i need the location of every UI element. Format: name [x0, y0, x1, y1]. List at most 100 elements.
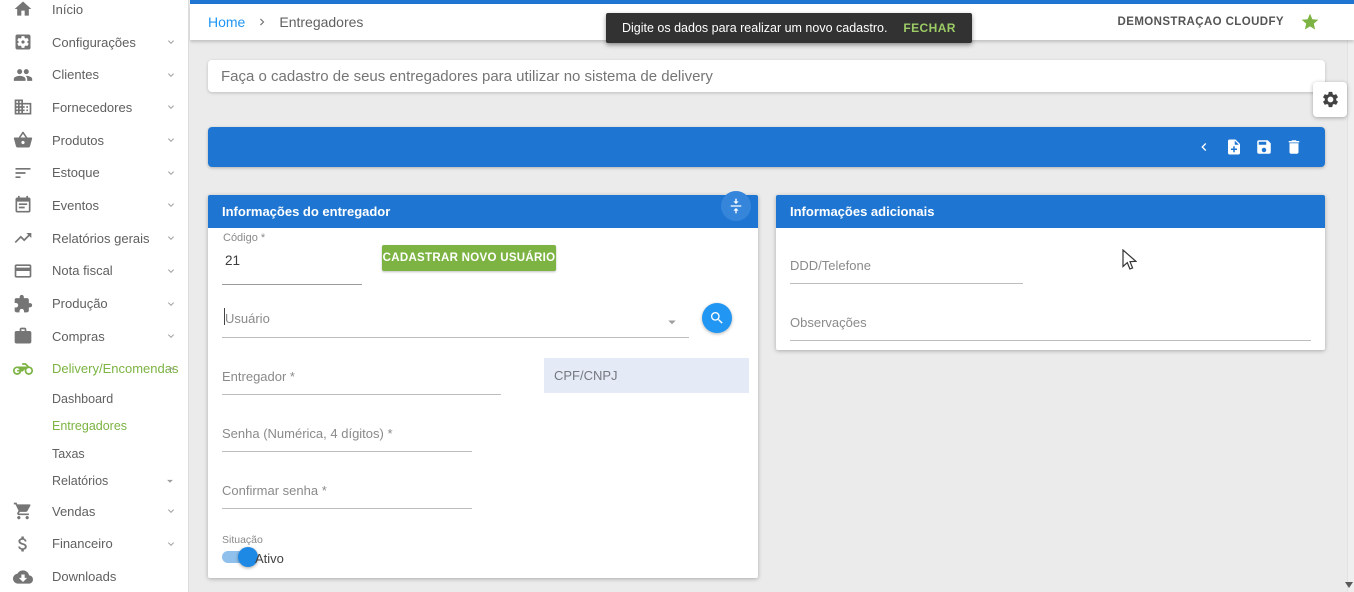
sidebar-item-label: Financeiro [52, 536, 113, 551]
ddd-telefone-underline [790, 283, 1023, 284]
sidebar-item-label: Downloads [52, 569, 116, 584]
sidebar-item-label: Fornecedores [52, 100, 132, 115]
observacoes-field[interactable]: Observações [790, 315, 867, 330]
sidebar-subitem-label: Dashboard [52, 392, 113, 406]
chevron-down-icon [165, 69, 177, 81]
informacoes-adicionais-card: Informações adicionais DDD/Telefone Obse… [776, 195, 1325, 350]
sidebar-subitem-entregadores[interactable]: Entregadores [0, 413, 188, 440]
sidebar-item-estoque[interactable]: Estoque [0, 156, 188, 189]
sidebar-item-inicio[interactable]: Início [0, 0, 188, 26]
account-name: DEMONSTRAÇAO CLOUDFY [1118, 16, 1284, 28]
sidebar-item-producao[interactable]: Produção [0, 287, 188, 320]
chevron-up-icon [165, 363, 177, 375]
breadcrumb-home-link[interactable]: Home [208, 14, 245, 30]
scrollbar-down-arrow[interactable] [1345, 582, 1353, 588]
settings-app-icon [13, 32, 33, 52]
new-record-button[interactable] [1219, 132, 1249, 162]
event-note-icon [13, 195, 33, 215]
sidebar-subitem-taxas[interactable]: Taxas [0, 440, 188, 467]
star-icon[interactable] [1300, 12, 1320, 32]
collapse-card-button[interactable] [721, 191, 751, 221]
confirmar-senha-underline [222, 508, 472, 509]
toast-message: Digite os dados para realizar um novo ca… [622, 21, 887, 35]
confirmar-senha-field[interactable]: Confirmar senha * [222, 483, 327, 498]
sidebar-subitem-dashboard[interactable]: Dashboard [0, 385, 188, 412]
sidebar-item-relatorios-gerais[interactable]: Relatórios gerais [0, 222, 188, 255]
cadastrar-novo-usuario-button[interactable]: CADASTRAR NOVO USUÁRIO [382, 245, 556, 271]
sidebar-item-vendas[interactable]: Vendas [0, 495, 188, 528]
sidebar-item-label: Delivery/Encomendas [52, 361, 178, 376]
vertical-scrollbar[interactable] [1347, 40, 1354, 592]
sidebar-subitem-label: Taxas [52, 447, 85, 461]
observacoes-underline [790, 340, 1311, 341]
senha-underline [222, 451, 472, 452]
dropdown-arrow-icon [163, 474, 177, 488]
chevron-right-icon [255, 15, 269, 29]
sidebar-item-label: Início [52, 2, 83, 17]
chevron-down-icon [165, 298, 177, 310]
content-area: Home Entregadores DEMONSTRAÇAO CLOUDFY D… [190, 0, 1354, 592]
app-window: Início Configurações Clientes Fornecedor… [0, 0, 1354, 592]
search-icon [709, 310, 725, 326]
card-icon [13, 261, 33, 281]
entregador-info-card: Informações do entregador Código * 21 CA… [208, 195, 758, 578]
cloud-download-icon [13, 567, 33, 587]
sidebar-item-label: Clientes [52, 67, 99, 82]
sidebar-item-label: Compras [52, 329, 105, 344]
senha-field[interactable]: Senha (Numérica, 4 dígitos) * [222, 426, 393, 441]
settings-tab-button[interactable] [1313, 82, 1347, 117]
trending-up-icon [13, 228, 33, 248]
page-description-card: Faça o cadastro de seus entregadores par… [208, 60, 1325, 92]
save-icon [1255, 138, 1273, 156]
situacao-toggle[interactable] [222, 551, 254, 563]
dropdown-arrow-icon[interactable] [663, 313, 681, 331]
sidebar-item-label: Relatórios gerais [52, 231, 150, 246]
delete-button[interactable] [1279, 132, 1309, 162]
chevron-down-icon [165, 505, 177, 517]
search-user-button[interactable] [702, 303, 732, 333]
cpf-cnpj-field[interactable]: CPF/CNPJ [544, 358, 749, 393]
toast-close-button[interactable]: FECHAR [903, 21, 955, 35]
chevron-down-icon [165, 167, 177, 179]
card-header: Informações do entregador [208, 195, 758, 228]
card-header: Informações adicionais [776, 195, 1325, 228]
codigo-label: Código * [223, 232, 265, 244]
sidebar-item-nota-fiscal[interactable]: Nota fiscal [0, 255, 188, 288]
usuario-field[interactable]: Usuário [225, 311, 270, 326]
sidebar-item-compras[interactable]: Compras [0, 320, 188, 353]
cart-icon [13, 501, 33, 521]
sidebar-item-label: Vendas [52, 504, 95, 519]
save-button[interactable] [1249, 132, 1279, 162]
chevron-down-icon [165, 330, 177, 342]
sidebar-item-produtos[interactable]: Produtos [0, 124, 188, 157]
people-icon [13, 65, 33, 85]
sidebar-item-clientes[interactable]: Clientes [0, 58, 188, 91]
sidebar-item-label: Eventos [52, 198, 99, 213]
ddd-telefone-field[interactable]: DDD/Telefone [790, 258, 871, 273]
situacao-value: Ativo [255, 551, 284, 566]
sidebar: Início Configurações Clientes Fornecedor… [0, 0, 189, 592]
chevron-down-icon [165, 199, 177, 211]
codigo-field[interactable]: 21 [225, 253, 240, 268]
usuario-underline [222, 337, 689, 338]
sidebar-item-eventos[interactable]: Eventos [0, 189, 188, 222]
sidebar-subitem-relatorios[interactable]: Relatórios [0, 467, 188, 494]
sidebar-item-delivery-encomendas[interactable]: Delivery/Encomendas [0, 353, 188, 386]
sidebar-item-fornecedores[interactable]: Fornecedores [0, 91, 188, 124]
card-title: Informações adicionais [790, 204, 935, 219]
page-description: Faça o cadastro de seus entregadores par… [221, 68, 713, 85]
sidebar-item-configuracoes[interactable]: Configurações [0, 26, 188, 59]
basket-icon [13, 130, 33, 150]
back-button[interactable] [1189, 132, 1219, 162]
entregador-field[interactable]: Entregador * [222, 369, 295, 384]
dollar-icon [13, 534, 33, 554]
note-add-icon [1225, 138, 1243, 156]
chevron-down-icon [165, 232, 177, 244]
sidebar-item-downloads[interactable]: Downloads [0, 560, 188, 592]
codigo-underline [222, 284, 362, 285]
action-toolbar [208, 127, 1325, 167]
briefcase-icon [13, 326, 33, 346]
sidebar-item-financeiro[interactable]: Financeiro [0, 528, 188, 561]
puzzle-icon [13, 294, 33, 314]
vertical-align-center-icon [728, 198, 744, 214]
